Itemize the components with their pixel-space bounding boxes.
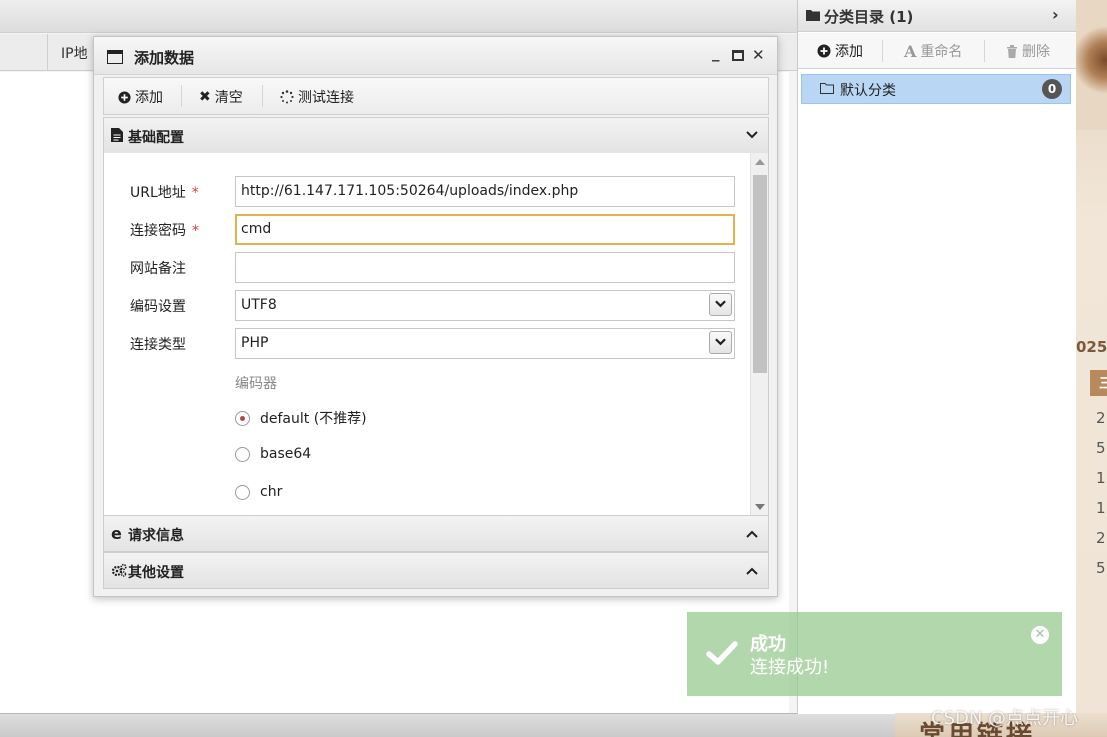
scrollbar-thumb[interactable]	[753, 175, 767, 373]
encoder-option-base64[interactable]: base64	[235, 446, 311, 462]
section-request-label: 请求信息	[128, 528, 184, 544]
checkmark-icon	[706, 640, 738, 670]
encoding-select[interactable]: UTF8	[235, 290, 735, 321]
category-add-button[interactable]: 添加	[817, 41, 863, 61]
test-connection-button[interactable]: 测试连接	[280, 87, 354, 107]
encoder-option-default[interactable]: default (不推荐)	[235, 408, 367, 428]
toolbar-divider	[882, 40, 883, 62]
section-basic-label: 基础配置	[128, 130, 184, 146]
chevron-down-icon	[746, 128, 758, 142]
type-label: 连接类型	[130, 337, 186, 353]
decor-number: 1	[1096, 469, 1106, 487]
encoder-option-label: chr	[260, 484, 283, 500]
category-header: 分类目录 (1) ›	[798, 0, 1077, 32]
radio-button[interactable]	[235, 446, 250, 462]
category-item-default[interactable]: 默认分类 0	[801, 74, 1071, 104]
dialog-add-label: 添加	[135, 90, 163, 106]
folder-icon	[806, 9, 820, 25]
test-connection-label: 测试连接	[298, 90, 354, 106]
folder-open-icon	[820, 82, 834, 98]
encoder-option-chr[interactable]: chr	[235, 484, 282, 500]
file-text-icon	[111, 128, 123, 146]
type-value: PHP	[241, 335, 269, 351]
password-label: 连接密码 *	[130, 223, 199, 239]
window-icon	[107, 50, 123, 64]
dialog-titlebar[interactable]: 添加数据 _ ✕	[94, 37, 777, 75]
minimize-icon[interactable]: _	[712, 44, 720, 62]
add-data-dialog: 添加数据 _ ✕ 添加 ✖ 清空 测试连接 基础配置 URL地址 * http:…	[93, 36, 778, 597]
radio-button-checked[interactable]	[235, 410, 250, 426]
clear-label: 清空	[214, 90, 243, 106]
chevron-down-icon[interactable]	[709, 293, 732, 316]
close-icon[interactable]: ✕	[752, 46, 765, 64]
success-toast: 成功 连接成功! ✕	[687, 612, 1062, 696]
decor-year: 025	[1076, 338, 1107, 356]
decor-number: 5	[1096, 439, 1106, 457]
encoding-value: UTF8	[241, 297, 277, 313]
gears-icon	[111, 563, 127, 581]
toolbar-divider	[984, 40, 985, 62]
category-rename-label: 重命名	[920, 44, 963, 60]
chevron-right-icon[interactable]: ›	[1052, 5, 1059, 24]
category-delete-label: 删除	[1022, 44, 1050, 60]
category-delete-button[interactable]: 删除	[1006, 41, 1050, 61]
edge-icon: e	[111, 524, 122, 543]
dialog-toolbar: 添加 ✖ 清空 测试连接	[103, 77, 769, 115]
dialog-add-button[interactable]: 添加	[118, 87, 163, 107]
times-icon: ✖	[199, 89, 211, 105]
note-input[interactable]	[235, 252, 735, 283]
encoder-option-label: base64	[260, 446, 312, 462]
category-add-label: 添加	[835, 44, 863, 60]
section-basic-header[interactable]: 基础配置	[103, 117, 769, 154]
trash-icon	[1007, 44, 1017, 58]
password-input[interactable]: cmd	[235, 214, 735, 245]
category-item-label: 默认分类	[840, 83, 896, 99]
chevron-down-icon[interactable]	[709, 331, 732, 354]
dialog-title: 添加数据	[134, 49, 195, 67]
decor-number: 1	[1096, 499, 1106, 517]
close-icon[interactable]: ✕	[1031, 626, 1049, 644]
decorative-image	[1076, 0, 1107, 130]
url-label: URL地址 *	[130, 185, 199, 201]
encoder-option-label: default (不推荐)	[260, 411, 367, 427]
encoder-label: 编码器	[235, 376, 277, 392]
grid-column-ip-label: IP地	[61, 46, 88, 62]
section-request-header[interactable]: e 请求信息	[103, 515, 769, 552]
clear-button[interactable]: ✖ 清空	[199, 87, 243, 107]
plus-circle-icon	[817, 44, 831, 58]
chevron-up-icon	[746, 564, 758, 578]
category-rename-button[interactable]: A 重命名	[904, 41, 962, 61]
watermark: CSDN @点点开心	[931, 708, 1079, 729]
scroll-down-arrow-icon[interactable]	[755, 504, 765, 510]
chevron-up-icon	[746, 527, 758, 541]
main-top-strip	[0, 0, 797, 33]
background-decoration: 025 三 2 5 1 1 2 5	[1076, 0, 1107, 737]
radio-button[interactable]	[235, 484, 250, 500]
toast-message: 连接成功!	[750, 657, 830, 678]
font-icon: A	[904, 41, 917, 61]
maximize-icon[interactable]	[732, 50, 744, 61]
count-badge: 0	[1042, 79, 1062, 99]
scroll-up-arrow-icon[interactable]	[755, 159, 765, 165]
section-other-header[interactable]: 其他设置	[103, 552, 769, 589]
section-other-label: 其他设置	[128, 565, 184, 581]
plus-circle-icon	[118, 90, 131, 104]
category-toolbar: 添加 A 重命名 删除	[798, 33, 1077, 69]
decor-number: 2	[1096, 409, 1106, 427]
note-label: 网站备注	[130, 261, 186, 277]
category-title: 分类目录 (1)	[824, 8, 914, 26]
url-input[interactable]: http://61.147.171.105:50264/uploads/inde…	[235, 176, 735, 207]
type-select[interactable]: PHP	[235, 328, 735, 359]
decor-tab: 三	[1090, 370, 1107, 396]
toolbar-divider	[262, 85, 263, 107]
decor-number: 5	[1096, 559, 1106, 577]
basic-config-panel: URL地址 * http://61.147.171.105:50264/uploa…	[103, 153, 769, 516]
vertical-scrollbar[interactable]	[750, 153, 768, 516]
category-panel: 分类目录 (1) › 添加 A 重命名 删除 默认分类 0	[797, 0, 1077, 714]
encoding-label: 编码设置	[130, 299, 186, 315]
spinner-icon	[280, 90, 294, 104]
toolbar-divider	[181, 85, 182, 107]
decor-number: 2	[1096, 529, 1106, 547]
